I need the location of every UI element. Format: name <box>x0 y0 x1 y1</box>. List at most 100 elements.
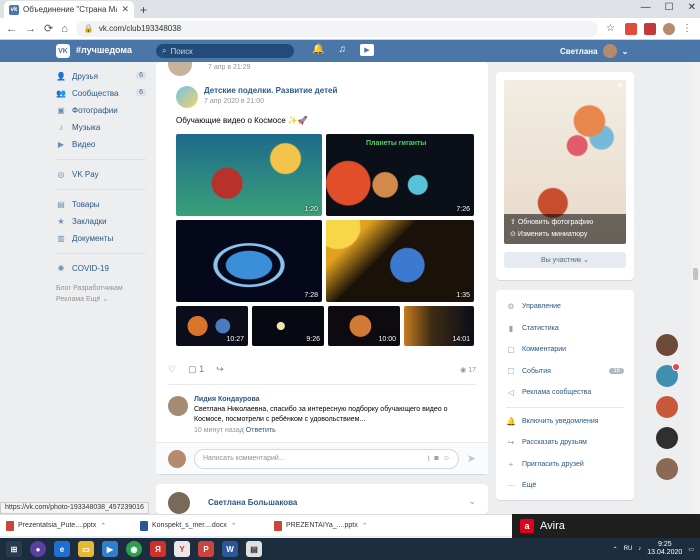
download-item[interactable]: Konspekt_s_mer....docx ⌃ <box>140 520 260 531</box>
action-manage[interactable]: ⚙ Управление <box>506 296 624 318</box>
chat-avatar[interactable] <box>656 363 680 387</box>
footer-line[interactable]: Реклама Ещё ⌄ <box>56 294 146 305</box>
chevron-up-icon[interactable]: ⌃ <box>100 522 106 530</box>
cortana-icon[interactable]: ● <box>30 541 46 557</box>
url-input[interactable]: 🔒 vk.com/club193348038 <box>75 20 598 37</box>
sidebar-item-friends[interactable]: 👤 Друзья 6 <box>56 68 146 85</box>
yandex-icon[interactable]: Я <box>150 541 166 557</box>
sidebar-item-bookmarks[interactable]: ★ Закладки <box>56 213 146 230</box>
volume-icon[interactable]: ♪ <box>638 546 641 552</box>
avira-popup[interactable]: a Avira <box>512 514 700 538</box>
footer-links[interactable]: Блог Разработчикам Реклама Ещё ⌄ <box>56 283 146 305</box>
folder-icon[interactable]: ▭ <box>78 541 94 557</box>
change-thumbnail-button[interactable]: ⊙ Изменить миниатюру <box>510 229 620 241</box>
video-thumbnail[interactable]: 14:01 <box>404 306 474 346</box>
chat-avatar[interactable] <box>656 396 678 418</box>
chevron-down-icon[interactable]: ⌄ <box>468 496 476 507</box>
vk-logo[interactable]: VK <box>56 44 70 58</box>
cover-image[interactable]: ✕ ⇪ Обновить фотографию ⊙ Изменить миниа… <box>504 80 626 244</box>
chevron-up-icon[interactable]: ⌃ <box>362 522 368 530</box>
chat-avatar[interactable] <box>656 334 678 356</box>
music-icon[interactable]: ♫ <box>338 44 346 56</box>
avatar[interactable] <box>168 396 188 416</box>
post-author[interactable]: Детские поделки. Развитие детей <box>204 86 337 95</box>
media-icon[interactable]: ▶ <box>102 541 118 557</box>
download-item[interactable]: Prezentatsia_Pute....pptx ⌃ <box>6 520 126 531</box>
powerpoint-icon[interactable]: P <box>198 541 214 557</box>
profile-icon[interactable] <box>663 22 675 35</box>
video-thumbnail[interactable]: 7:28 <box>176 220 322 302</box>
avatar[interactable] <box>168 492 190 514</box>
header-tagline[interactable]: #лучшедома <box>76 45 132 55</box>
scrollbar-thumb[interactable] <box>693 268 698 280</box>
extension-icon[interactable] <box>625 22 637 35</box>
language-indicator[interactable]: RU <box>624 546 633 552</box>
action-share[interactable]: ↪ Рассказать друзьям <box>506 432 624 454</box>
video-thumbnail[interactable]: 1:20 <box>176 134 322 216</box>
member-button[interactable]: Вы участник ⌄ <box>504 252 626 268</box>
action-comments[interactable]: ▢ Комментарии <box>506 339 624 361</box>
home-icon[interactable]: ⌂ <box>61 23 68 35</box>
notification-icon[interactable]: ▭ <box>688 546 694 553</box>
video-thumbnail[interactable]: Планеты гиганты 7:26 <box>326 134 474 216</box>
update-photo-button[interactable]: ⇪ Обновить фотографию <box>510 217 620 229</box>
reload-icon[interactable]: ⟳ <box>44 22 53 35</box>
tray-arrow-icon[interactable]: ⌃ <box>613 546 618 553</box>
sidebar-item-goods[interactable]: ▤ Товары <box>56 196 146 213</box>
back-icon[interactable]: ← <box>6 23 17 35</box>
star-icon[interactable]: ☆ <box>606 23 618 35</box>
sidebar-item-music[interactable]: ♪ Музыка <box>56 119 146 136</box>
menu-icon[interactable]: ⋮ <box>682 23 694 35</box>
action-more[interactable]: ⋯ Ещё <box>506 475 624 497</box>
sidebar-item-video[interactable]: ▶ Видео <box>56 136 146 153</box>
camera-icon[interactable]: ◙ <box>434 455 438 462</box>
browser-tab[interactable]: vk Объединение "Страна Мастер... ✕ <box>4 1 134 18</box>
play-icon[interactable]: ▶ <box>359 44 374 56</box>
comment-input[interactable]: Написать комментарий... ⌇ ◙ ☺ <box>194 448 459 469</box>
sidebar-item-documents[interactable]: ▥ Документы <box>56 230 146 247</box>
minimize-icon[interactable]: — <box>641 2 651 13</box>
extension-icon[interactable] <box>644 22 656 35</box>
word-icon[interactable]: W <box>222 541 238 557</box>
post-date[interactable]: 7 апр 2020 в 21:00 <box>204 98 337 105</box>
sidebar-item-communities[interactable]: 👥 Сообщества 6 <box>56 85 146 102</box>
yandex-browser-icon[interactable]: Y <box>174 541 190 557</box>
action-stats[interactable]: ▮ Статистика <box>506 318 624 340</box>
close-window-icon[interactable]: ✕ <box>688 2 696 13</box>
profile-menu[interactable]: Светлана ⌄ <box>560 44 628 58</box>
emoji-icon[interactable]: ☺ <box>443 455 450 462</box>
attach-icon[interactable]: ⌇ <box>427 455 430 463</box>
new-tab-button[interactable]: + <box>140 3 147 17</box>
reply-link[interactable]: Ответить <box>246 427 276 434</box>
chat-avatar[interactable] <box>656 458 678 480</box>
video-thumbnail[interactable]: 9:26 <box>252 306 324 346</box>
action-ads[interactable]: ◁ Реклама сообщества <box>506 382 624 404</box>
like-icon[interactable]: ♡ <box>168 364 176 375</box>
maximize-icon[interactable]: ☐ <box>665 2 674 13</box>
search-input[interactable]: ⌕ Поиск <box>156 44 294 58</box>
download-item[interactable]: PREZENTAIYa_....pptx ⌃ <box>274 520 394 531</box>
sidebar-item-vkpay[interactable]: ◎ VK Pay <box>56 166 146 183</box>
share-icon[interactable]: ↪ <box>216 364 224 375</box>
forward-icon[interactable]: → <box>25 23 36 35</box>
chat-avatar[interactable] <box>656 427 678 449</box>
close-tab-icon[interactable]: ✕ <box>121 4 129 15</box>
ie-icon[interactable]: e <box>54 541 70 557</box>
bell-icon[interactable]: 🔔 <box>312 44 324 56</box>
app-icon[interactable]: ▤ <box>246 541 262 557</box>
video-thumbnail[interactable]: 10:00 <box>328 306 400 346</box>
action-notifications[interactable]: 🔔 Включить уведомления <box>506 411 624 433</box>
scrollbar[interactable] <box>691 62 700 514</box>
avatar[interactable] <box>176 86 198 108</box>
video-thumbnail[interactable]: 10:27 <box>176 306 248 346</box>
start-icon[interactable]: ⊞ <box>6 541 22 557</box>
comment-time[interactable]: 10 минут назад <box>194 427 244 434</box>
action-invite[interactable]: + Пригласить друзей <box>506 454 624 476</box>
sidebar-item-photos[interactable]: ▣ Фотографии <box>56 102 146 119</box>
comment-button[interactable]: ▢ 1 <box>188 364 204 375</box>
send-icon[interactable]: ➤ <box>467 452 476 465</box>
sidebar-item-covid[interactable]: ✺ COVID-19 <box>56 260 146 277</box>
close-icon[interactable]: ✕ <box>616 81 623 90</box>
clock[interactable]: 9:25 13.04.2020 <box>647 541 682 557</box>
video-thumbnail[interactable]: 1:35 <box>326 220 474 302</box>
